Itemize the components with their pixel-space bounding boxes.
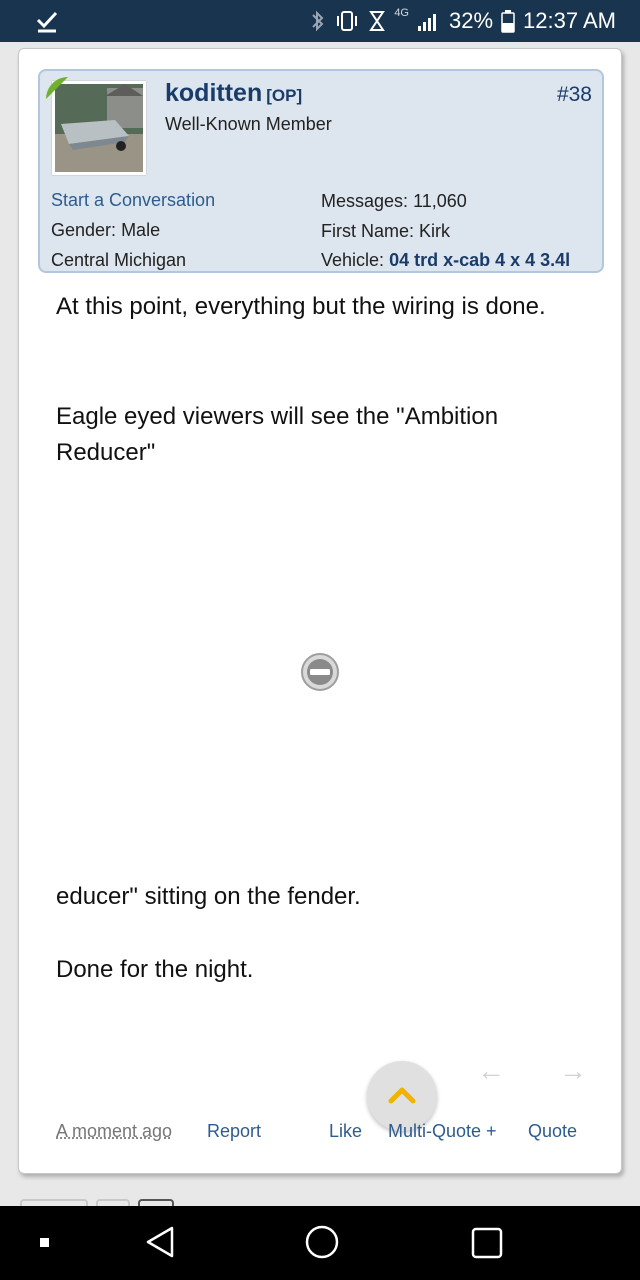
vibrate-icon [337,11,358,31]
vehicle-value: 04 trd x-cab 4 x 4 3.4l [389,250,571,270]
message-text-line: educer" sitting on the fender. [56,883,361,910]
first-name-row: First Name: Kirk [321,217,570,247]
vehicle-row: Vehicle: 04 trd x-cab 4 x 4 3.4l [321,246,570,276]
username-text[interactable]: koditten [165,79,262,107]
start-conversation-link[interactable]: Start a Conversation [51,185,215,215]
message-text-line: Eagle eyed viewers will see the "Ambitio… [56,403,499,466]
user-title: Well-Known Member [165,114,332,134]
messages-value: 11,060 [413,191,467,211]
battery-percent: 32% [449,8,494,33]
previous-arrow-icon[interactable]: ← [477,1055,505,1087]
blocked-image-icon [301,653,339,691]
username[interactable]: koditten [OP] [165,79,302,108]
messages-label: Messages: [321,191,409,211]
home-icon[interactable] [304,1224,340,1260]
user-extra-right: Messages: 11,060 First Name: Kirk Vehicl… [321,187,570,276]
first-name-value: Kirk [419,220,451,241]
battery-icon [501,10,515,33]
hourglass-icon [369,11,386,31]
status-bar: 4G 32% 12:37 AM [0,0,640,42]
network-type: 4G [394,7,409,19]
vehicle-label: Vehicle: [321,250,385,270]
multi-quote-link[interactable]: Multi-Quote + [388,1121,497,1142]
dot-icon[interactable] [38,1236,52,1250]
gender-row: Gender: Male [51,215,215,245]
post-card: koditten [OP] Well-Known Member #38 Start… [18,48,622,1174]
message-text-line: Done for the night. [56,956,254,983]
location: Central Michigan [51,250,187,270]
checkmark-notification-icon [36,11,58,33]
user-extra-left: Start a Conversation Gender: Male Centra… [51,185,215,275]
avatar[interactable] [52,81,146,175]
user-info-block: koditten [OP] Well-Known Member #38 Start… [38,69,604,273]
post-timestamp[interactable]: A moment ago [56,1121,172,1142]
gender-value: Male [121,220,161,240]
gender-label: Gender: [51,220,117,240]
avatar-image [55,84,143,172]
next-arrow-icon[interactable]: → [559,1055,587,1087]
like-link[interactable]: Like [329,1121,362,1142]
quote-link[interactable]: Quote [528,1121,577,1142]
message-text-line: At this point, everything but the wiring… [56,293,546,320]
op-tag: [OP] [266,86,303,105]
clock: 12:37 AM [523,8,616,33]
signal-strength-icon [418,14,436,31]
system-navigation-bar [0,1206,640,1280]
first-name-label: First Name: [321,220,415,241]
post-number-link[interactable]: #38 [557,83,592,107]
bluetooth-icon [312,10,324,32]
recent-apps-icon[interactable] [470,1226,504,1260]
messages-row: Messages: 11,060 [321,187,570,217]
back-icon[interactable] [142,1224,178,1260]
report-link[interactable]: Report [207,1121,261,1142]
